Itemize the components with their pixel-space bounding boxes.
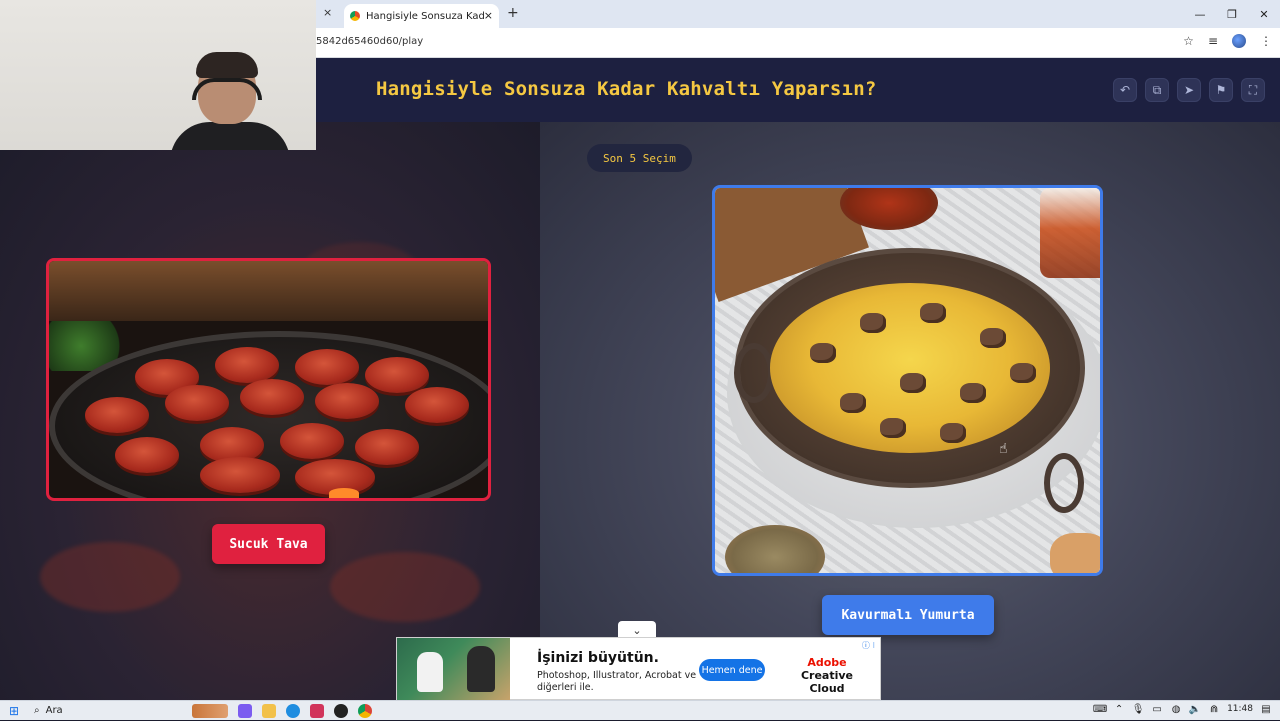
notification-icon[interactable]: ▤	[1260, 703, 1272, 715]
choice-card-right[interactable]	[712, 185, 1103, 576]
ad-image	[397, 638, 510, 700]
restore-icon[interactable]: ❐	[1216, 0, 1248, 28]
ad-text: Photoshop, Illustrator, Acrobat ve diğer…	[537, 670, 697, 693]
clock[interactable]: 11:48	[1227, 704, 1253, 714]
tea-glass-image	[1040, 188, 1100, 278]
tab-active[interactable]: Hangisiyle Sonsuza Kadar Kahv ×	[344, 4, 499, 28]
system-tray: ⌨ ⌃ 🎙 ▭ ◍ 🔈 ⋒ 11:48 ▤	[1093, 703, 1272, 715]
windows-taskbar: ⊞ ⌕ Ara ⌨ ⌃ 🎙 ▭ ◍ 🔈 ⋒ 11:48 ▤	[0, 700, 1280, 720]
file-explorer-icon[interactable]	[262, 703, 276, 718]
undo-icon[interactable]: ↶	[1113, 78, 1137, 102]
mouse-cursor-icon: ☝	[999, 441, 1008, 457]
flag-icon[interactable]: ⚑	[1209, 78, 1233, 102]
copy-link-icon[interactable]: ⧉	[1145, 78, 1169, 102]
speaker-icon[interactable]: 🔈	[1189, 703, 1201, 715]
tab-title: Hangisiyle Sonsuza Kadar Kahv	[366, 10, 484, 22]
windows-start-icon[interactable]: ⊞	[4, 701, 24, 721]
profile-avatar[interactable]	[1232, 34, 1246, 48]
chevron-up-icon[interactable]: ⌃	[1113, 703, 1125, 715]
recent-choices-button[interactable]: Son 5 Seçim	[587, 144, 692, 172]
copilot-icon[interactable]	[238, 703, 252, 718]
window-controls: — ❐ ✕	[1184, 0, 1280, 28]
choice-label-right[interactable]: Kavurmalı Yumurta	[822, 595, 994, 635]
tab-close-icon[interactable]: ×	[484, 9, 493, 22]
battery-icon[interactable]: ▭	[1151, 703, 1163, 715]
ad-cta-button[interactable]: Hemen dene	[699, 659, 765, 681]
app-root: Hangisiyle Sonsuza Kadar Kahvaltı Yapars…	[0, 58, 1280, 700]
menu-kebab-icon[interactable]: ⋮	[1260, 34, 1272, 48]
chrome-icon[interactable]	[358, 703, 372, 718]
microphone-icon[interactable]: 🎙	[1132, 703, 1145, 715]
choice-card-left[interactable]	[46, 258, 491, 501]
keyboard-icon[interactable]: ⌨	[1093, 703, 1107, 715]
edge-browser-icon[interactable]	[286, 703, 300, 718]
fullscreen-icon[interactable]: ⛶	[1241, 78, 1265, 102]
ad-headline: İşinizi büyütün.	[537, 650, 659, 666]
wifi-icon[interactable]: ⋒	[1208, 703, 1220, 715]
header-actions: ↶ ⧉ ➤ ⚑ ⛶	[1113, 78, 1265, 102]
taskbar-search-label: Ara	[45, 705, 63, 716]
search-icon: ⌕	[34, 705, 40, 716]
taskbar-search[interactable]: ⌕ Ara	[34, 705, 154, 716]
taskbar-widget-icon[interactable]	[192, 703, 228, 718]
previous-tab-close-icon[interactable]: ×	[323, 6, 332, 19]
capcut-icon[interactable]	[310, 703, 324, 718]
bookmark-star-icon[interactable]: ☆	[1183, 34, 1194, 48]
address-bar-actions: ☆ ≡ ⋮	[1183, 34, 1272, 48]
ad-banner[interactable]: İşinizi büyütün. Photoshop, Illustrator,…	[396, 637, 881, 700]
headset-icon	[192, 78, 262, 100]
new-tab-button[interactable]: +	[507, 5, 519, 21]
network-icon[interactable]: ◍	[1170, 703, 1182, 715]
webcam-overlay	[0, 0, 316, 150]
taskbar-apps	[192, 703, 372, 718]
minimize-icon[interactable]: —	[1184, 0, 1216, 28]
page-title: Hangisiyle Sonsuza Kadar Kahvaltı Yapars…	[376, 78, 877, 100]
close-window-icon[interactable]: ✕	[1248, 0, 1280, 28]
send-icon[interactable]: ➤	[1177, 78, 1201, 102]
url-field[interactable]: 5842d65460d60/play	[316, 36, 423, 47]
streamer-figure	[170, 50, 290, 150]
ad-info-icon[interactable]: ⓘ ⁝	[862, 640, 875, 651]
obs-icon[interactable]	[334, 703, 348, 718]
ad-brand-logo: Adobe Creative Cloud	[800, 656, 854, 695]
media-controls-icon[interactable]: ≡	[1208, 34, 1218, 48]
choice-label-left[interactable]: Sucuk Tava	[212, 524, 325, 564]
favicon-icon	[350, 11, 360, 21]
